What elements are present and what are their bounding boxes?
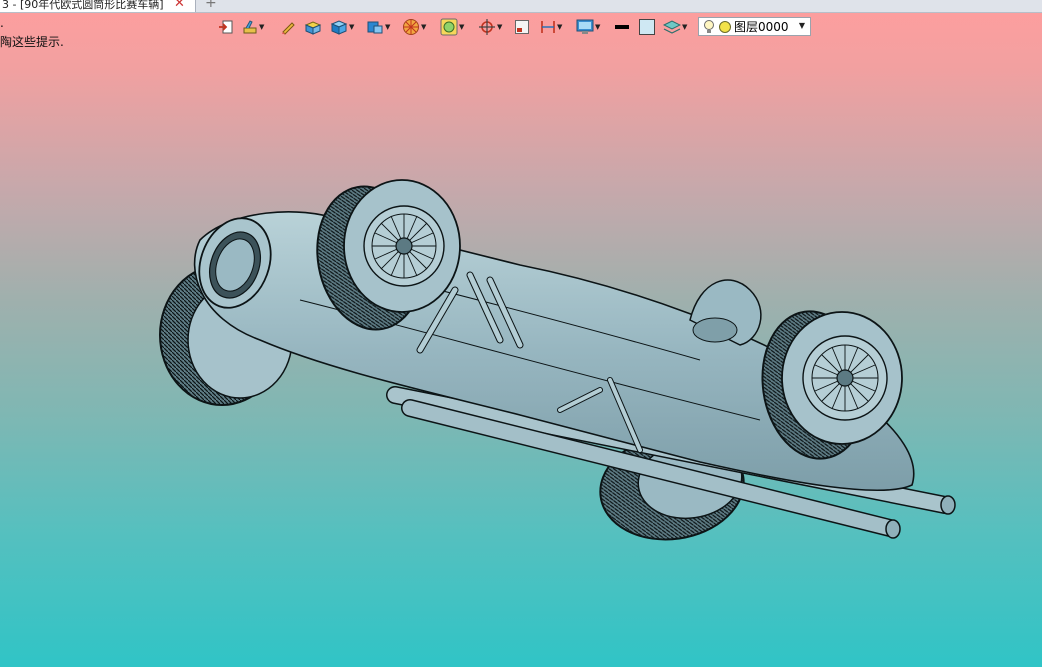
lightbulb-icon xyxy=(704,19,714,33)
box-render-icon xyxy=(304,21,322,35)
chevron-down-icon[interactable]: ▼ xyxy=(497,23,502,31)
layer-dropdown[interactable]: 图层0000 ▼ xyxy=(698,17,811,36)
paint-button[interactable]: ▼ xyxy=(242,18,264,36)
new-tab-icon[interactable]: + xyxy=(205,0,217,10)
chevron-down-icon[interactable]: ▼ xyxy=(459,23,464,31)
render-box-button[interactable] xyxy=(304,18,322,36)
pencil-icon xyxy=(282,22,295,35)
layer-stack-icon xyxy=(663,20,681,34)
dimension-button[interactable]: ▼ xyxy=(540,18,562,36)
chevron-down-icon[interactable]: ▼ xyxy=(385,23,390,31)
material-icon xyxy=(440,18,458,36)
3d-viewport[interactable]: 3 - [90年代欧式圆筒形比赛车辆] ✕ + . 陶这些提示. ▼ ▼ ▼ ▼… xyxy=(0,0,1042,667)
snap-button[interactable]: ▼ xyxy=(478,18,502,36)
hint-text-line2: 陶这些提示. xyxy=(0,35,64,49)
shaded-cube-icon xyxy=(330,20,348,35)
chevron-down-icon[interactable]: ▼ xyxy=(259,23,264,31)
color-wheel-button[interactable]: ▼ xyxy=(402,18,426,36)
tab-title: 3 - [90年代欧式圆筒形比赛车辆] xyxy=(2,0,164,11)
monitor-icon xyxy=(576,19,594,34)
view-cube-icon xyxy=(367,21,383,34)
chevron-down-icon[interactable]: ▼ xyxy=(595,23,600,31)
snap-target-icon xyxy=(479,19,495,35)
line-color-button[interactable] xyxy=(614,18,630,36)
paint-brush-icon xyxy=(243,20,257,34)
sketch-button[interactable] xyxy=(280,18,296,36)
color-wheel-icon xyxy=(403,19,419,35)
chevron-down-icon[interactable]: ▼ xyxy=(349,23,354,31)
layer-color-indicator-icon xyxy=(719,20,731,33)
view-cube-button[interactable]: ▼ xyxy=(366,18,390,36)
chevron-down-icon[interactable]: ▼ xyxy=(799,21,805,30)
race-car-model[interactable] xyxy=(0,0,1042,667)
chevron-down-icon[interactable]: ▼ xyxy=(557,23,562,31)
hint-text-line1: . xyxy=(0,16,4,30)
fill-color-icon xyxy=(639,19,655,35)
chevron-down-icon[interactable]: ▼ xyxy=(421,23,426,31)
material-button[interactable]: ▼ xyxy=(440,18,464,36)
layer-name: 图层0000 xyxy=(734,20,789,34)
layer-manager-button[interactable]: ▼ xyxy=(663,18,687,36)
line-color-icon xyxy=(615,25,629,29)
frame-button[interactable] xyxy=(514,18,530,36)
shaded-cube-button[interactable]: ▼ xyxy=(330,18,354,36)
import-button[interactable] xyxy=(218,18,234,36)
dimension-icon xyxy=(541,21,555,33)
tab-active-document[interactable]: 3 - [90年代欧式圆筒形比赛车辆] xyxy=(0,0,196,12)
view-toolbar: ▼ ▼ ▼ ▼ ▼ ▼ ▼ ▼ ▼ 图层0000 ▼ xyxy=(216,16,812,38)
chevron-down-icon[interactable]: ▼ xyxy=(682,23,687,31)
frame-icon xyxy=(515,20,529,34)
display-button[interactable]: ▼ xyxy=(576,18,600,36)
import-icon xyxy=(219,20,233,34)
fill-color-button[interactable] xyxy=(638,18,656,36)
tab-close-icon[interactable]: ✕ xyxy=(174,0,185,10)
document-tab-strip: 3 - [90年代欧式圆筒形比赛车辆] ✕ + xyxy=(0,0,1042,13)
